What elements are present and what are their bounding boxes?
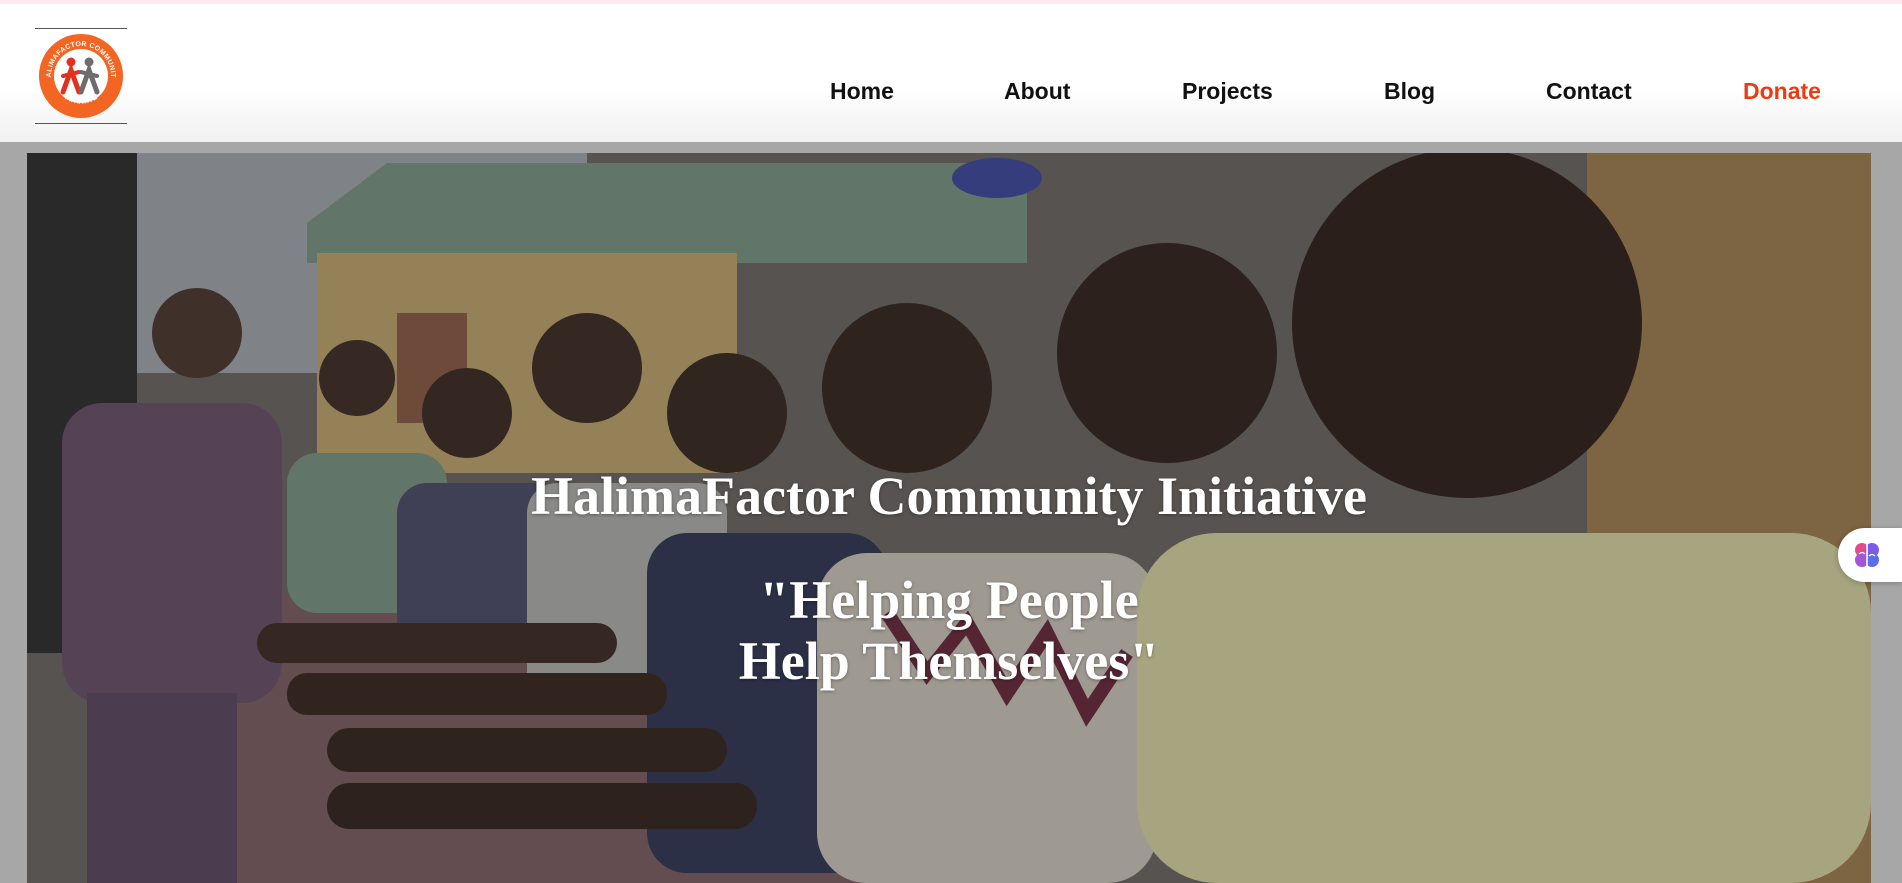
site-header: HALIMAFACTOR COMMUNITY INITIATIVE Home A… xyxy=(0,4,1902,142)
hero-tagline-line-2: Help Themselves" xyxy=(738,631,1160,691)
brain-icon xyxy=(1855,543,1879,567)
hero-tagline-line-1: "Helping People xyxy=(759,570,1139,630)
hero-tagline: "Helping People Help Themselves" xyxy=(27,570,1871,692)
nav-about[interactable]: About xyxy=(1004,78,1070,105)
hero-title: HalimaFactor Community Initiative xyxy=(531,466,1367,526)
nav-projects[interactable]: Projects xyxy=(1182,78,1273,105)
nav-home[interactable]: Home xyxy=(830,78,894,105)
main-nav: Home About Projects Blog Contact Donate xyxy=(0,78,1902,114)
nav-donate[interactable]: Donate xyxy=(1743,78,1821,105)
nav-blog[interactable]: Blog xyxy=(1384,78,1435,105)
hero-banner: HalimaFactor Community Initiative "Helpi… xyxy=(27,153,1871,883)
assistant-widget-button[interactable] xyxy=(1838,528,1902,582)
nav-contact[interactable]: Contact xyxy=(1546,78,1632,105)
